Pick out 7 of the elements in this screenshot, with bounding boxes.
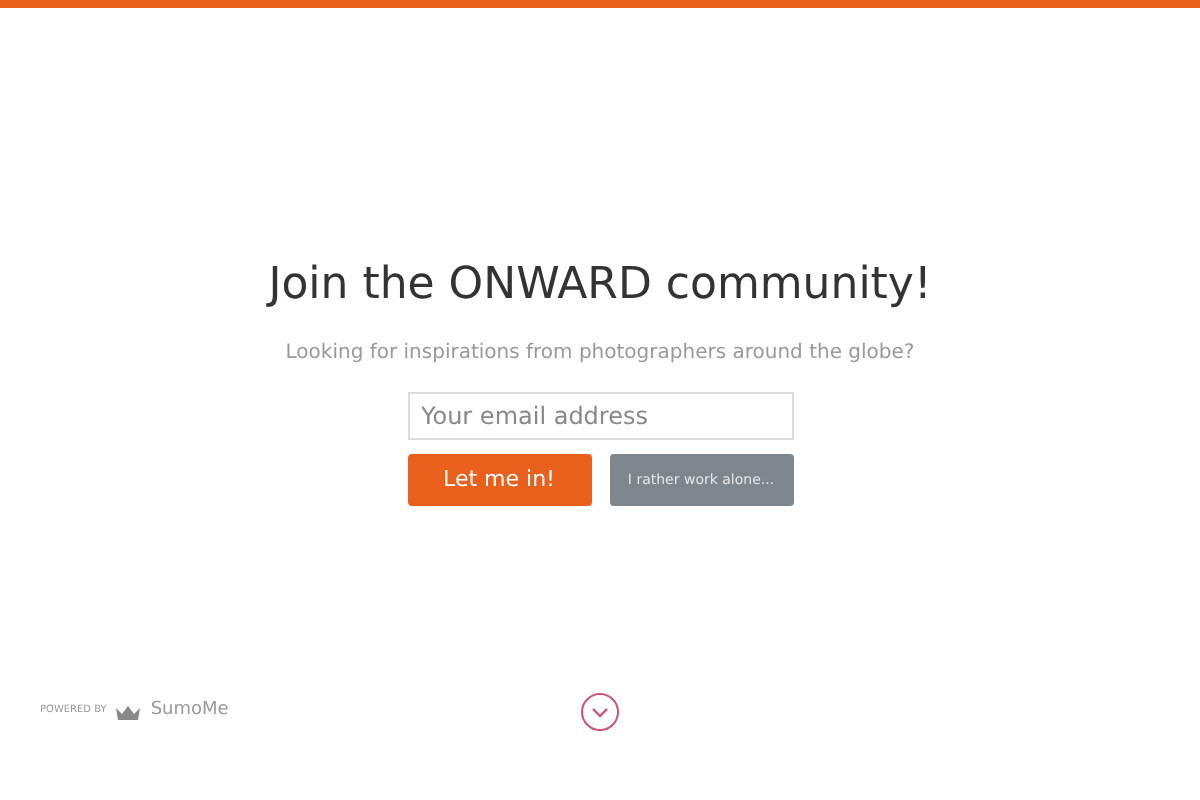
heading: Join the ONWARD community! (268, 258, 932, 314)
submit-button[interactable]: Let me in! (407, 454, 591, 506)
crown-icon (116, 705, 141, 719)
chevron-down-icon[interactable] (580, 692, 620, 732)
brand-name[interactable]: SumoMe (150, 698, 229, 726)
subtitle: Looking for inspirations from photographers around the globe? (285, 340, 915, 368)
email-field[interactable]: Your email address (407, 392, 793, 440)
